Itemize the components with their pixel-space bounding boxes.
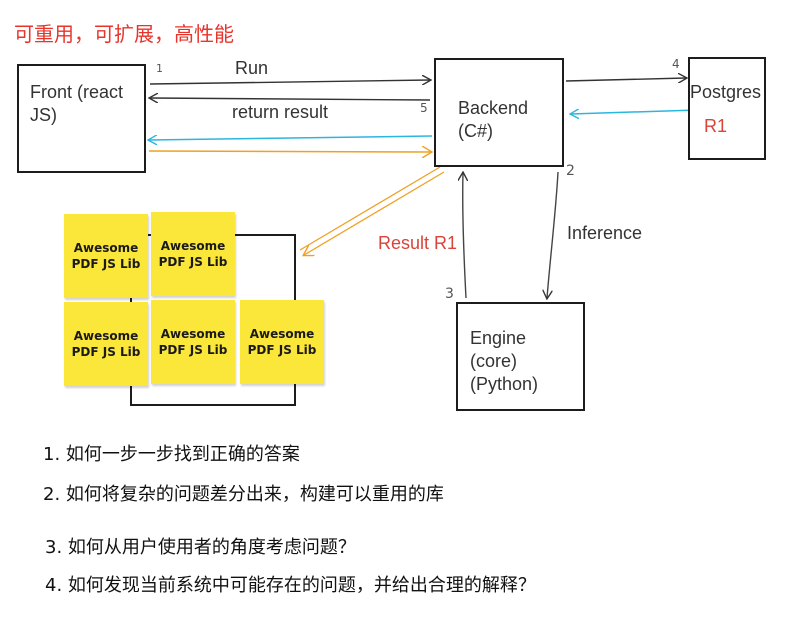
front-label: Front (react JS) bbox=[30, 82, 124, 125]
postgres-node bbox=[688, 57, 766, 160]
backend-label: Backend (C#) bbox=[458, 98, 529, 141]
return-result-arrow bbox=[150, 98, 431, 100]
orange-front-arrow bbox=[148, 151, 431, 152]
return-result-label: return result bbox=[232, 102, 329, 122]
postgres-label: Postgres bbox=[690, 82, 762, 102]
lib-sticky-note: Awesome PDF JS Lib bbox=[64, 302, 148, 386]
question-item: 2. 如何将复杂的问题差分出来，构建可以重用的库 bbox=[43, 484, 444, 505]
run-label: Run bbox=[235, 58, 269, 78]
question-item: 4. 如何发现当前系统中可能存在的问题，并给出合理的解释？ bbox=[45, 575, 536, 596]
step-mark-1: 1 bbox=[156, 62, 163, 75]
lib-sticky-note: Awesome PDF JS Lib bbox=[151, 212, 235, 296]
lib-sticky-note: Awesome PDF JS Lib bbox=[151, 300, 235, 384]
engine-label: Engine (core) (Python) bbox=[470, 328, 539, 394]
question-item: 1. 如何一步一步找到正确的答案 bbox=[43, 444, 300, 465]
cyan-return-arrow bbox=[149, 136, 433, 140]
postgres-cyan-arrow bbox=[571, 110, 698, 114]
result-r1-label: Result R1 bbox=[378, 233, 458, 253]
run-arrow bbox=[149, 80, 430, 84]
step-mark-5: 5 bbox=[420, 101, 428, 115]
lib-sticky-note: Awesome PDF JS Lib bbox=[64, 214, 148, 298]
step-mark-2: 2 bbox=[566, 163, 575, 179]
inference-label: Inference bbox=[567, 223, 643, 243]
inference-arrow bbox=[547, 171, 559, 298]
result-arrow bbox=[463, 173, 466, 299]
step-mark-3: 3 bbox=[445, 286, 454, 302]
lib-sticky-note: Awesome PDF JS Lib bbox=[240, 300, 324, 384]
question-item: 3. 如何从用户使用者的角度考虑问题？ bbox=[45, 537, 356, 558]
postgres-r1-label: R1 bbox=[704, 116, 728, 136]
step-mark-4: 4 bbox=[672, 57, 680, 71]
backend-postgres-arrow bbox=[565, 78, 686, 81]
